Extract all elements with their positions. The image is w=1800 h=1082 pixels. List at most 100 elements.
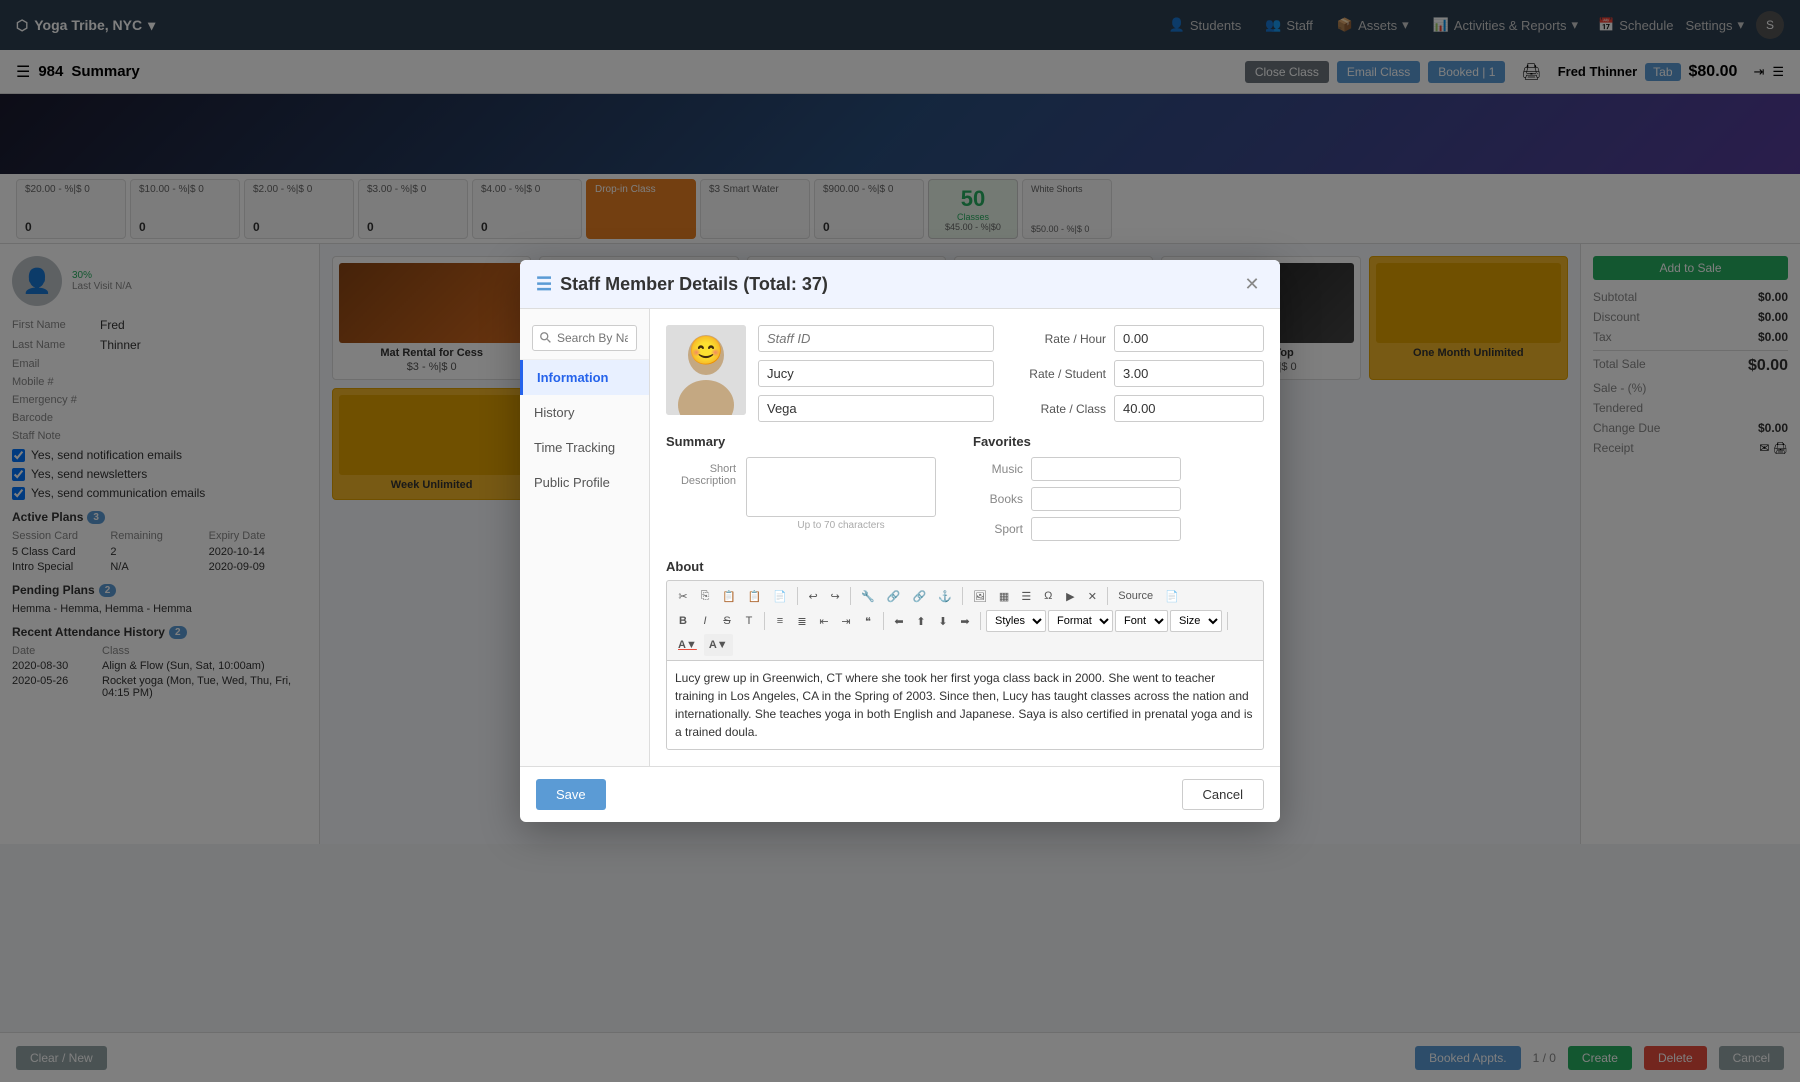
modal-title: ☰ Staff Member Details (Total: 37) <box>536 274 828 295</box>
toolbar-align-justify[interactable]: ➡ <box>955 610 975 632</box>
modal-close-button[interactable]: ✕ <box>1240 272 1264 296</box>
svg-text:😊: 😊 <box>689 335 724 366</box>
short-desc-container: Up to 70 characters <box>746 457 936 531</box>
first-name-group <box>758 360 994 387</box>
toolbar-cut[interactable]: ✂ <box>673 585 693 607</box>
modal-sidebar: Information History Time Tracking Public… <box>520 309 650 766</box>
fav-sport-label: Sport <box>973 522 1023 536</box>
summary-favorites-row: Summary Short Description Up to 70 chara… <box>666 434 1264 547</box>
toolbar-page-break[interactable]: ✕ <box>1082 585 1102 607</box>
fav-sport-input[interactable] <box>1031 517 1181 541</box>
toolbar-text-color[interactable]: A▼ <box>673 634 702 656</box>
toolbar-unordered-list[interactable]: ≣ <box>792 610 812 632</box>
fav-music-label: Music <box>973 462 1023 476</box>
summary-section: Summary Short Description Up to 70 chara… <box>666 434 957 547</box>
fav-books-label: Books <box>973 492 1023 506</box>
favorites-title: Favorites <box>973 434 1264 449</box>
staff-photo: 😊 <box>666 325 746 415</box>
editor-toolbar: ✂ ⎘ 📋 📋 📄 ↩ ↪ 🔧 🔗 <box>666 580 1264 660</box>
rate-hour-group: Rate / Hour <box>1006 325 1264 352</box>
toolbar-table[interactable]: ▦ <box>994 585 1014 607</box>
rate-hour-label: Rate / Hour <box>1006 332 1106 346</box>
modal-header: ☰ Staff Member Details (Total: 37) ✕ <box>520 260 1280 309</box>
fav-music-row: Music <box>973 457 1264 481</box>
toolbar-anchor[interactable]: ⚓ <box>933 585 957 607</box>
modal-overlay: ☰ Staff Member Details (Total: 37) ✕ Inf… <box>0 0 1800 1082</box>
toolbar-special-char[interactable]: Ω <box>1038 585 1058 607</box>
staff-info-row: 😊 <box>666 325 1264 422</box>
rate-student-input[interactable] <box>1114 360 1264 387</box>
modal-nav-history[interactable]: History <box>520 395 649 430</box>
editor-body[interactable]: Lucy grew up in Greenwich, CT where she … <box>666 660 1264 750</box>
toolbar-undo[interactable]: ↩ <box>803 585 823 607</box>
toolbar-subscript[interactable]: T <box>739 610 759 632</box>
fav-books-input[interactable] <box>1031 487 1181 511</box>
short-desc-label: Short Description <box>666 457 736 487</box>
size-select[interactable]: Size <box>1170 610 1222 632</box>
about-title: About <box>666 559 1264 574</box>
modal-footer: Save Cancel <box>520 766 1280 822</box>
staff-avatar: 😊 <box>666 325 746 415</box>
toolbar-ordered-list[interactable]: ≡ <box>770 610 790 632</box>
toolbar-align-right[interactable]: ⬇ <box>933 610 953 632</box>
toolbar-sep-4 <box>1107 587 1108 605</box>
toolbar-hline[interactable]: ☰ <box>1016 585 1036 607</box>
toolbar-paste[interactable]: 📋 <box>717 585 741 607</box>
cancel-button[interactable]: Cancel <box>1182 779 1264 810</box>
modal-nav-time-tracking[interactable]: Time Tracking <box>520 430 649 465</box>
modal-body: Information History Time Tracking Public… <box>520 309 1280 766</box>
toolbar-find[interactable]: 🔧 <box>856 585 880 607</box>
toolbar-link[interactable]: 🔗 <box>882 585 906 607</box>
save-button[interactable]: Save <box>536 779 606 810</box>
short-desc-hint: Up to 70 characters <box>746 520 936 531</box>
toolbar-outdent[interactable]: ⇤ <box>814 610 834 632</box>
toolbar-align-left[interactable]: ⬅ <box>889 610 909 632</box>
toolbar-copy[interactable]: ⎘ <box>695 585 715 607</box>
modal-search <box>520 317 649 360</box>
toolbar-media[interactable]: ▶ <box>1060 585 1080 607</box>
toolbar-row-2: B I S T ≡ ≣ ⇤ ⇥ ❝ ⬅ <box>673 610 1257 656</box>
modal-content: 😊 <box>650 309 1280 766</box>
rate-class-label: Rate / Class <box>1006 402 1106 416</box>
toolbar-image[interactable]: 🖼 <box>968 585 992 607</box>
toolbar-align-center[interactable]: ⬆ <box>911 610 931 632</box>
last-name-input[interactable] <box>758 395 994 422</box>
toolbar-bg-color[interactable]: A▼ <box>704 634 733 656</box>
modal-nav-information[interactable]: Information <box>520 360 649 395</box>
rate-student-label: Rate / Student <box>1006 367 1106 381</box>
staff-member-modal: ☰ Staff Member Details (Total: 37) ✕ Inf… <box>520 260 1280 822</box>
styles-select[interactable]: Styles <box>986 610 1046 632</box>
staff-id-group <box>758 325 994 352</box>
rate-hour-input[interactable] <box>1114 325 1264 352</box>
first-name-input[interactable] <box>758 360 994 387</box>
short-desc-textarea[interactable] <box>746 457 936 517</box>
toolbar-indent[interactable]: ⇥ <box>836 610 856 632</box>
toolbar-bold[interactable]: B <box>673 610 693 632</box>
toolbar-blockquote[interactable]: ❝ <box>858 610 878 632</box>
toolbar-unlink[interactable]: 🔗 <box>908 585 932 607</box>
toolbar-source[interactable]: Source <box>1113 585 1158 607</box>
toolbar-italic[interactable]: I <box>695 610 715 632</box>
font-select[interactable]: Font <box>1115 610 1168 632</box>
staff-id-input[interactable] <box>758 325 994 352</box>
about-section: About ✂ ⎘ 📋 📋 📄 ↩ <box>666 559 1264 750</box>
rate-class-group: Rate / Class <box>1006 395 1264 422</box>
fav-books-row: Books <box>973 487 1264 511</box>
toolbar-show-blocks[interactable]: 📄 <box>1160 585 1184 607</box>
search-input[interactable] <box>532 325 637 351</box>
toolbar-redo[interactable]: ↪ <box>825 585 845 607</box>
format-select[interactable]: Format <box>1048 610 1113 632</box>
toolbar-paste-plain[interactable]: 📋 <box>743 585 767 607</box>
toolbar-sep-2 <box>850 587 851 605</box>
app-container: ⬡ Yoga Tribe, NYC ▾ 👤 Students 👥 Staff 📦… <box>0 0 1800 1082</box>
toolbar-strikethrough[interactable]: S <box>717 610 737 632</box>
rate-class-input[interactable] <box>1114 395 1264 422</box>
toolbar-paste-word[interactable]: 📄 <box>768 585 792 607</box>
fav-sport-row: Sport <box>973 517 1264 541</box>
toolbar-sep-8 <box>1227 612 1228 630</box>
toolbar-row-1: ✂ ⎘ 📋 📋 📄 ↩ ↪ 🔧 🔗 <box>673 585 1257 607</box>
toolbar-sep-5 <box>764 612 765 630</box>
toolbar-sep-3 <box>962 587 963 605</box>
modal-nav-public-profile[interactable]: Public Profile <box>520 465 649 500</box>
fav-music-input[interactable] <box>1031 457 1181 481</box>
